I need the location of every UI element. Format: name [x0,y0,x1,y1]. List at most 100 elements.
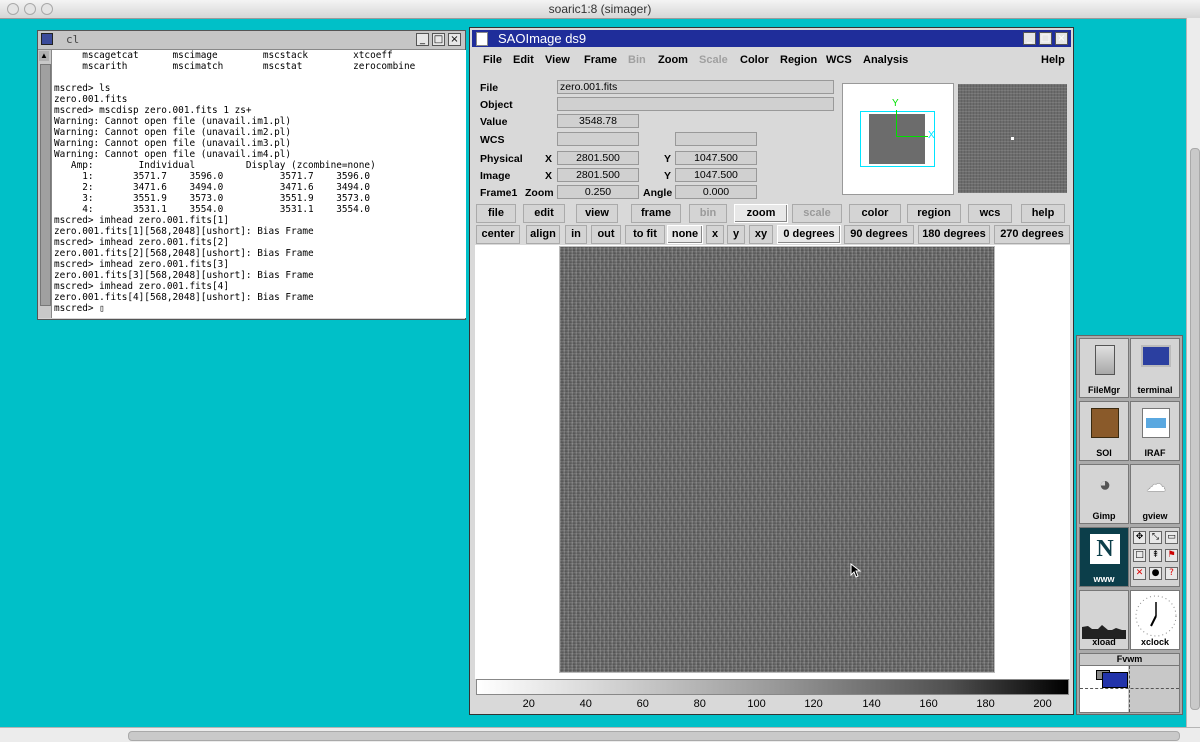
ds9-titlebar[interactable]: SAOImage ds9 _ □ × [472,30,1071,47]
btn-orient-none[interactable]: none [667,225,703,244]
physical-x-label: X [545,153,553,165]
menu-edit[interactable]: Edit [513,54,534,66]
kill-icon[interactable]: ✕ [1133,567,1146,580]
window-menu-icon[interactable] [476,32,488,46]
dock-filemgr[interactable]: FileMgr [1079,338,1129,398]
dock-label-filemgr: FileMgr [1087,385,1120,395]
menu-bin[interactable]: Bin [628,54,646,66]
fits-image[interactable] [559,246,995,673]
btn-color[interactable]: color [849,204,901,223]
minimize-icon[interactable]: _ [1023,32,1036,45]
close-window-icon[interactable] [7,3,19,15]
close-icon[interactable]: × [448,33,461,46]
raise-icon[interactable]: ⇞ [1149,549,1162,562]
panner-thumbnail [869,114,925,164]
btn-center[interactable]: center [476,225,520,244]
dock-xclock[interactable]: xclock [1130,590,1180,650]
btn-file[interactable]: file [476,204,516,223]
minimize-window-icon[interactable] [24,3,36,15]
panner[interactable]: Y X [842,83,954,195]
xterm-window: cl _ □ × ▲ mscagetcat mscimage mscstack … [37,30,466,320]
minimize-icon[interactable]: _ [416,33,429,46]
terminal-output[interactable]: mscagetcat mscimage mscstack xtcoeff msc… [52,50,466,318]
btn-rotate-180[interactable]: 180 degrees [918,225,990,244]
image-label: Image [480,170,511,182]
menu-region[interactable]: Region [780,54,817,66]
dock-iraf[interactable]: IRAF [1130,401,1180,461]
btn-zoom-to-fit[interactable]: to fit [625,225,665,244]
destroy-icon[interactable]: ● [1149,567,1162,580]
zoom-window-icon[interactable] [41,3,53,15]
menu-file[interactable]: File [483,54,502,66]
btn-rotate-270[interactable]: 270 degrees [994,225,1070,244]
desktop-horizontal-scrollbar[interactable] [0,727,1200,742]
dock-soi[interactable]: SOI [1079,401,1129,461]
info-panel: File zero.001.fits Object Value 3548.78 … [476,78,836,200]
physical-y-value: 1047.500 [675,151,757,165]
maximize-icon[interactable]: □ [432,33,445,46]
btn-zoom[interactable]: zoom [734,204,788,223]
menu-view[interactable]: View [545,54,570,66]
btn-bin[interactable]: bin [689,204,727,223]
scroll-thumb[interactable] [40,64,51,306]
btn-zoom-in[interactable]: in [565,225,587,244]
menu-frame[interactable]: Frame [584,54,617,66]
xterm-scrollbar[interactable]: ▲ [38,50,52,318]
btn-scale[interactable]: scale [792,204,842,223]
maximize-tool-icon[interactable]: □ [1133,549,1146,562]
wharf-dock: FileMgr terminal SOI IRAF ◕ Gimp ☁ gview… [1076,335,1183,715]
panner-bbox[interactable] [860,111,935,167]
dock-www[interactable]: N www [1079,527,1129,587]
camera-icon [1091,408,1119,438]
btn-orient-y[interactable]: y [727,225,745,244]
mac-window-titlebar: soaric1:8 (simager) [0,0,1200,19]
btn-wcs[interactable]: wcs [968,204,1012,223]
xterm-titlebar[interactable]: cl _ □ × [38,31,465,50]
dock-gimp[interactable]: ◕ Gimp [1079,464,1129,524]
scroll-up-icon[interactable]: ▲ [39,51,49,61]
dock-terminal[interactable]: terminal [1130,338,1180,398]
desktop-vertical-scrollbar[interactable] [1186,18,1200,727]
dock-gview[interactable]: ☁ gview [1130,464,1180,524]
menu-color[interactable]: Color [740,54,769,66]
fvwm-pager[interactable]: Fvwm [1079,653,1180,713]
menu-zoom[interactable]: Zoom [658,54,688,66]
resize-icon[interactable]: ⤡ [1149,531,1162,544]
btn-edit[interactable]: edit [523,204,565,223]
terminal-line: 3: 3551.9 3573.0 3551.9 3573.0 [54,193,371,204]
btn-help[interactable]: help [1021,204,1065,223]
horizontal-scroll-thumb[interactable] [128,731,1180,741]
frame-label: Frame1 [480,187,518,199]
move-icon[interactable]: ✥ [1133,531,1146,544]
btn-region[interactable]: region [907,204,961,223]
window-menu-icon[interactable] [41,33,53,45]
btn-rotate-0[interactable]: 0 degrees [777,225,841,244]
colorbar-tick-label: 180 [976,698,995,710]
btn-orient-x[interactable]: x [706,225,724,244]
terminal-line: Warning: Cannot open file (unavail.im2.p… [54,127,292,138]
ds9-window: SAOImage ds9 _ □ × File Edit View Frame … [469,27,1074,715]
iconify-icon[interactable]: ▭ [1165,531,1178,544]
maximize-icon[interactable]: □ [1039,32,1052,45]
terminal-line: zero.001.fits [54,94,128,105]
btn-orient-xy[interactable]: xy [749,225,773,244]
vertical-scroll-thumb[interactable] [1190,148,1200,710]
help-icon[interactable]: ? [1165,567,1178,580]
colorbar-tick-label: 100 [747,698,766,710]
btn-frame[interactable]: frame [631,204,681,223]
dock-xload[interactable]: xload [1079,590,1129,650]
colorbar[interactable] [476,679,1069,695]
menu-scale[interactable]: Scale [699,54,728,66]
menu-analysis[interactable]: Analysis [863,54,908,66]
btn-align[interactable]: align [526,225,560,244]
menu-help[interactable]: Help [1041,54,1065,66]
xterm-title: cl [66,33,80,46]
colorbar-tick-label: 140 [862,698,881,710]
image-display[interactable] [475,245,1070,679]
btn-rotate-90[interactable]: 90 degrees [844,225,914,244]
close-icon[interactable]: × [1055,32,1068,45]
menu-wcs[interactable]: WCS [826,54,852,66]
btn-zoom-out[interactable]: out [591,225,621,244]
btn-view[interactable]: view [576,204,618,223]
pin-icon[interactable]: ⚑ [1165,549,1178,562]
